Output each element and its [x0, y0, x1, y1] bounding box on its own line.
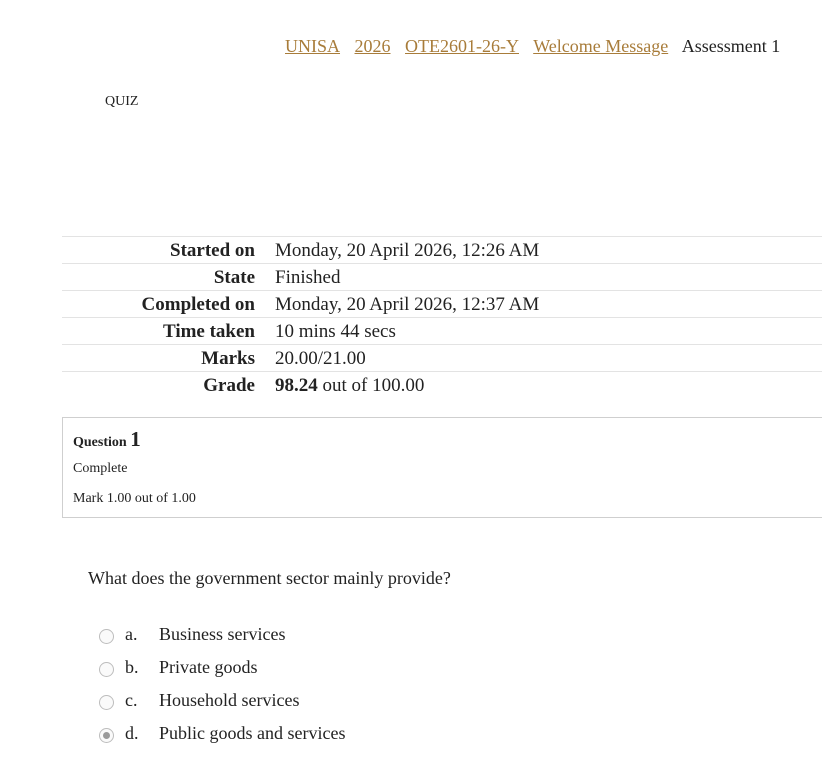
grade-label: Grade [203, 374, 255, 396]
question-text: What does the government sector mainly p… [88, 568, 451, 588]
question-mark: Mark 1.00 out of 1.00 [73, 491, 196, 506]
question-info-box: Question 1 Complete Mark 1.00 out of 1.0… [62, 417, 822, 518]
question-number: Question 1 [73, 427, 141, 452]
question-label: Question [73, 435, 127, 450]
answer-letter: b. [125, 657, 139, 677]
answer-text: Private goods [159, 657, 258, 677]
breadcrumb-link-course[interactable]: OTE2601-26-Y [405, 36, 519, 56]
breadcrumb-link-unisa[interactable]: UNISA [285, 36, 340, 56]
completed-on-label: Completed on [141, 293, 255, 315]
started-on-value: Monday, 20 April 2026, 12:26 AM [275, 239, 540, 261]
quiz-label: QUIZ [105, 94, 139, 109]
radio-button-a[interactable] [99, 629, 114, 644]
question-number-value: 1 [130, 427, 141, 451]
time-taken-value: 10 mins 44 secs [275, 320, 396, 342]
answer-text: Household services [159, 690, 300, 710]
grade-score: 98.24 [275, 374, 318, 396]
answer-text: Public goods and services [159, 723, 346, 743]
started-on-label: Started on [170, 239, 255, 261]
summary-row-completed: Completed on Monday, 20 April 2026, 12:3… [62, 290, 822, 318]
marks-label: Marks [201, 347, 255, 369]
grade-out-of: out of 100.00 [317, 374, 425, 396]
breadcrumb: UNISA 2026 OTE2601-26-Y Welcome Message … [285, 36, 780, 57]
summary-row-marks: Marks 20.00/21.00 [62, 344, 822, 372]
summary-row-started: Started on Monday, 20 April 2026, 12:26 … [62, 236, 822, 264]
radio-button-c[interactable] [99, 695, 114, 710]
summary-row-time: Time taken 10 mins 44 secs [62, 317, 822, 345]
breadcrumb-current: Assessment 1 [681, 36, 781, 56]
grade-value: 98.24 out of 100.00 [275, 372, 822, 399]
quiz-summary-table: Started on Monday, 20 April 2026, 12:26 … [62, 236, 822, 398]
state-value: Finished [275, 266, 341, 288]
time-taken-label: Time taken [162, 320, 255, 342]
summary-row-state: State Finished [62, 263, 822, 291]
breadcrumb-link-year[interactable]: 2026 [355, 36, 391, 56]
marks-value: 20.00/21.00 [275, 347, 366, 369]
question-state: Complete [73, 461, 128, 476]
answer-letter: d. [125, 723, 139, 743]
answer-letter: a. [125, 624, 138, 644]
radio-button-d-selected[interactable] [99, 728, 114, 743]
summary-row-grade: Grade 98.24 out of 100.00 [62, 371, 822, 399]
answer-text: Business services [159, 624, 286, 644]
state-label: State [213, 266, 255, 288]
completed-on-value: Monday, 20 April 2026, 12:37 AM [275, 293, 540, 315]
breadcrumb-link-welcome[interactable]: Welcome Message [533, 36, 668, 56]
radio-button-b[interactable] [99, 662, 114, 677]
answer-letter: c. [125, 690, 138, 710]
